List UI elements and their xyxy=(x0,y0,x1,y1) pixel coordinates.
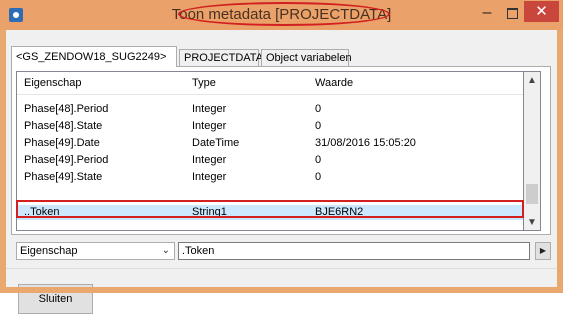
grid-vertical-scrollbar[interactable]: ▲ ▼ xyxy=(524,71,541,231)
title-highlight-annotation xyxy=(178,2,390,26)
cell-value: 0 xyxy=(315,103,322,115)
metadata-window: Toon metadata [PROJECTDATA] – ✕ <GS_ZEND… xyxy=(0,0,563,314)
cell-value: 0 xyxy=(315,171,322,183)
cell-type: Integer xyxy=(192,120,227,132)
chevron-down-icon[interactable]: ⌄ xyxy=(162,243,170,259)
window-border-bottom xyxy=(0,287,563,293)
property-select[interactable]: Eigenschap ⌄ xyxy=(16,242,175,260)
title-bar: Toon metadata [PROJECTDATA] – ✕ xyxy=(0,0,563,30)
tab-object-variabelen[interactable]: Object variabelen xyxy=(261,49,352,66)
cell-property: Phase[49].Date xyxy=(24,137,100,149)
grid-header: Eigenschap Type Waarde xyxy=(17,72,523,95)
column-header-eigenschap[interactable]: Eigenschap xyxy=(24,77,82,89)
cell-type: Integer xyxy=(192,103,227,115)
maximize-icon[interactable] xyxy=(500,3,524,23)
scroll-thumb[interactable] xyxy=(526,184,538,204)
table-row[interactable]: Phase[49].State Integer 0 xyxy=(17,171,523,183)
cell-type: Integer xyxy=(192,154,227,166)
table-row[interactable]: Phase[48].State Integer 0 xyxy=(17,120,523,132)
scroll-down-icon[interactable]: ▼ xyxy=(524,214,540,231)
cell-value: 0 xyxy=(315,154,322,166)
cell-property: Phase[49].State xyxy=(24,171,103,183)
table-row[interactable]: Phase[49].Date DateTime 31/08/2016 15:05… xyxy=(17,137,523,149)
column-header-type[interactable]: Type xyxy=(192,77,216,89)
cell-property: Phase[48].State xyxy=(24,120,103,132)
cell-type: Integer xyxy=(192,171,227,183)
dialog-client-area: <GS_ZENDOW18_SUG2249> PROJECTDATA Object… xyxy=(6,30,557,314)
cell-value: 0 xyxy=(315,120,322,132)
cell-property: Phase[48].Period xyxy=(24,103,109,115)
close-icon[interactable]: ✕ xyxy=(524,1,559,22)
cell-type: DateTime xyxy=(192,137,240,149)
minimize-icon[interactable]: – xyxy=(474,3,500,23)
table-row[interactable]: Phase[48].Period Integer 0 xyxy=(17,103,523,115)
table-row[interactable]: Phase[49].Period Integer 0 xyxy=(17,154,523,166)
column-header-waarde[interactable]: Waarde xyxy=(315,77,353,89)
scroll-up-icon[interactable]: ▲ xyxy=(524,72,540,89)
tab-projectdata[interactable]: PROJECTDATA xyxy=(179,49,263,66)
divider xyxy=(6,268,557,269)
filter-value-input[interactable]: .Token xyxy=(178,242,530,260)
property-select-value: Eigenschap xyxy=(20,245,78,257)
filter-bar: Eigenschap ⌄ .Token ▶ xyxy=(16,242,551,260)
selected-row-highlight-annotation xyxy=(16,200,524,218)
cell-value: 31/08/2016 15:05:20 xyxy=(315,137,416,149)
play-right-icon[interactable]: ▶ xyxy=(535,242,551,260)
cell-property: Phase[49].Period xyxy=(24,154,109,166)
tab-gs-zendow18[interactable]: <GS_ZENDOW18_SUG2249> xyxy=(11,46,177,67)
